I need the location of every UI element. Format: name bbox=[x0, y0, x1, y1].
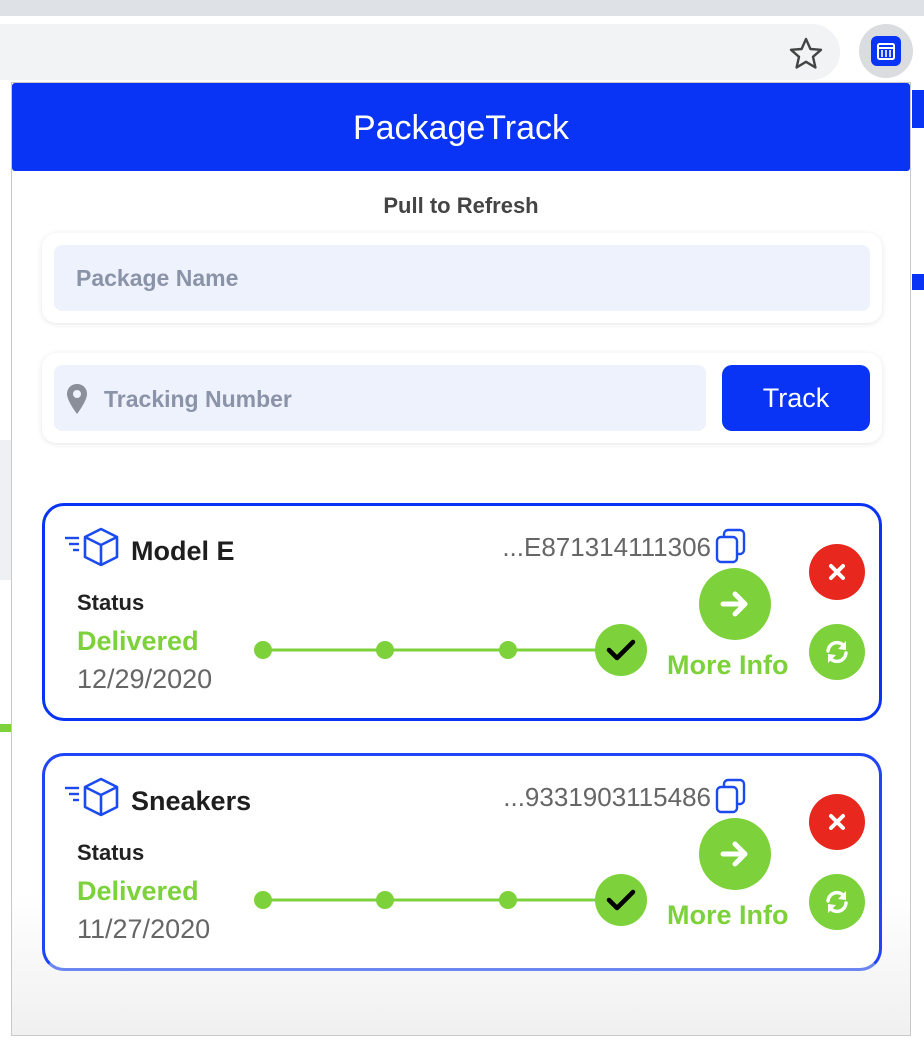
star-outline-icon[interactable] bbox=[786, 34, 826, 74]
package-track-extension-icon bbox=[871, 36, 901, 66]
progress-tracker bbox=[254, 624, 647, 676]
close-icon bbox=[829, 814, 845, 830]
more-info-link[interactable]: More Info bbox=[667, 650, 789, 681]
copy-icon[interactable] bbox=[715, 778, 747, 814]
package-name-input[interactable]: Package Name bbox=[54, 245, 870, 311]
tracking-number: ...9331903115486 bbox=[503, 782, 711, 812]
more-info-button[interactable] bbox=[699, 568, 771, 640]
tracking-number-placeholder: Tracking Number bbox=[104, 386, 292, 412]
package-name: Sneakers bbox=[131, 786, 252, 816]
extension-popup: PackageTrack Pull to Refresh Package Nam… bbox=[11, 82, 911, 1036]
tracking-number-input[interactable]: Tracking Number bbox=[54, 365, 706, 431]
tracking-number-card: Tracking Number Track bbox=[42, 353, 882, 443]
progress-step-final bbox=[595, 624, 647, 676]
delete-button[interactable] bbox=[809, 544, 865, 600]
refresh-button[interactable] bbox=[809, 624, 865, 680]
extension-button[interactable] bbox=[859, 24, 913, 78]
status-date: 11/27/2020 bbox=[77, 914, 211, 944]
more-info-button[interactable] bbox=[699, 818, 771, 890]
progress-step bbox=[499, 641, 517, 659]
pull-to-refresh-label[interactable]: Pull to Refresh bbox=[12, 193, 910, 219]
track-button[interactable]: Track bbox=[722, 365, 870, 431]
sync-icon bbox=[826, 890, 848, 914]
progress-step bbox=[376, 891, 394, 909]
package-name-card: Package Name bbox=[42, 233, 882, 323]
browser-tab-strip bbox=[0, 0, 924, 16]
package-box-icon bbox=[65, 527, 119, 567]
arrow-right-icon bbox=[720, 591, 748, 617]
status-label: Status bbox=[77, 840, 145, 865]
progress-tracker bbox=[254, 874, 647, 926]
address-bar[interactable] bbox=[0, 24, 840, 80]
status-date: 12/29/2020 bbox=[77, 664, 213, 694]
more-info-link[interactable]: More Info bbox=[667, 900, 789, 931]
status-label: Status bbox=[77, 590, 145, 615]
progress-step bbox=[376, 641, 394, 659]
package-card[interactable]: Sneakers ...9331903115486 Status Deliver… bbox=[42, 753, 882, 971]
progress-step bbox=[254, 641, 272, 659]
tracking-number: ...E871314111306 bbox=[502, 532, 711, 562]
progress-step-final bbox=[595, 874, 647, 926]
arrow-right-icon bbox=[720, 841, 748, 867]
package-name: Model E bbox=[131, 536, 235, 566]
refresh-button[interactable] bbox=[809, 874, 865, 930]
sync-icon bbox=[826, 640, 848, 664]
progress-step bbox=[499, 891, 517, 909]
popup-title: PackageTrack bbox=[12, 83, 910, 171]
progress-step bbox=[254, 891, 272, 909]
background-page-panel bbox=[912, 128, 924, 274]
map-pin-icon bbox=[67, 384, 87, 414]
package-card[interactable]: Model E ...E871314111306 Status Delivere… bbox=[42, 503, 882, 721]
package-box-icon bbox=[65, 777, 119, 817]
delete-button[interactable] bbox=[809, 794, 865, 850]
close-icon bbox=[829, 564, 845, 580]
status-value: Delivered bbox=[77, 626, 199, 656]
status-value: Delivered bbox=[77, 876, 199, 906]
copy-icon[interactable] bbox=[715, 528, 747, 564]
